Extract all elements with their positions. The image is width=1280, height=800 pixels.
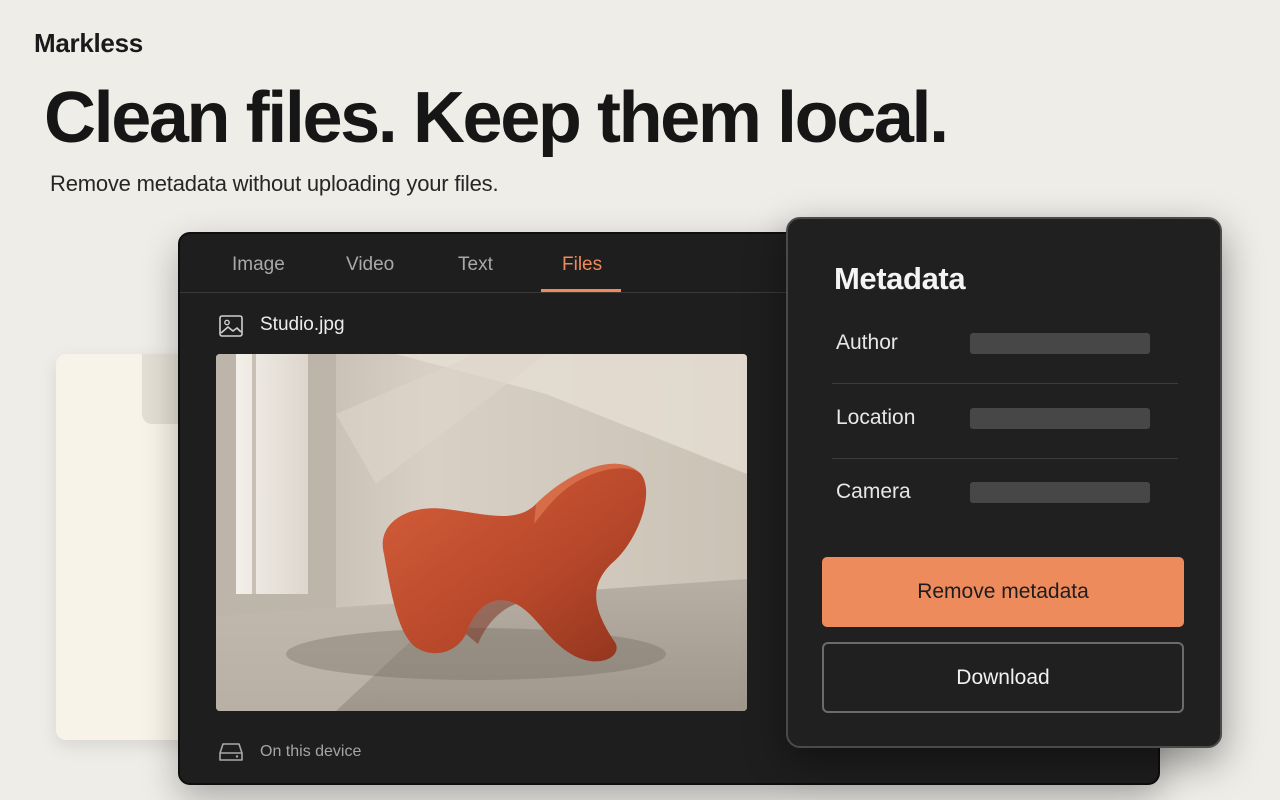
tab-image[interactable]: Image [232,254,285,292]
storage-label: On this device [260,743,362,760]
active-tab-indicator [541,289,621,292]
image-icon [218,314,244,338]
metadata-label: Location [836,406,916,429]
drive-icon [218,740,244,764]
download-button[interactable]: Download [822,642,1184,713]
tab-files[interactable]: Files [562,254,602,292]
metadata-value-redacted [970,333,1150,354]
hero-headline: Clean files. Keep them local. [44,78,949,158]
tab-video[interactable]: Video [346,254,394,292]
metadata-label: Author [836,331,898,354]
image-preview [216,354,747,711]
hero-subhead: Remove metadata without uploading your f… [50,171,499,196]
metadata-value-redacted [970,482,1150,503]
metadata-label: Camera [836,480,911,503]
metadata-panel: Metadata Author Location Camera Remove m… [786,217,1222,748]
brand-logo[interactable]: Markless [34,28,143,59]
metadata-row-camera: Camera [832,458,1178,532]
tab-text[interactable]: Text [458,254,493,292]
file-name: Studio.jpg [260,314,345,335]
metadata-row-author: Author [832,309,1178,384]
metadata-row-location: Location [832,384,1178,459]
remove-metadata-button[interactable]: Remove metadata [822,557,1184,627]
metadata-value-redacted [970,408,1150,429]
metadata-title: Metadata [834,261,966,296]
